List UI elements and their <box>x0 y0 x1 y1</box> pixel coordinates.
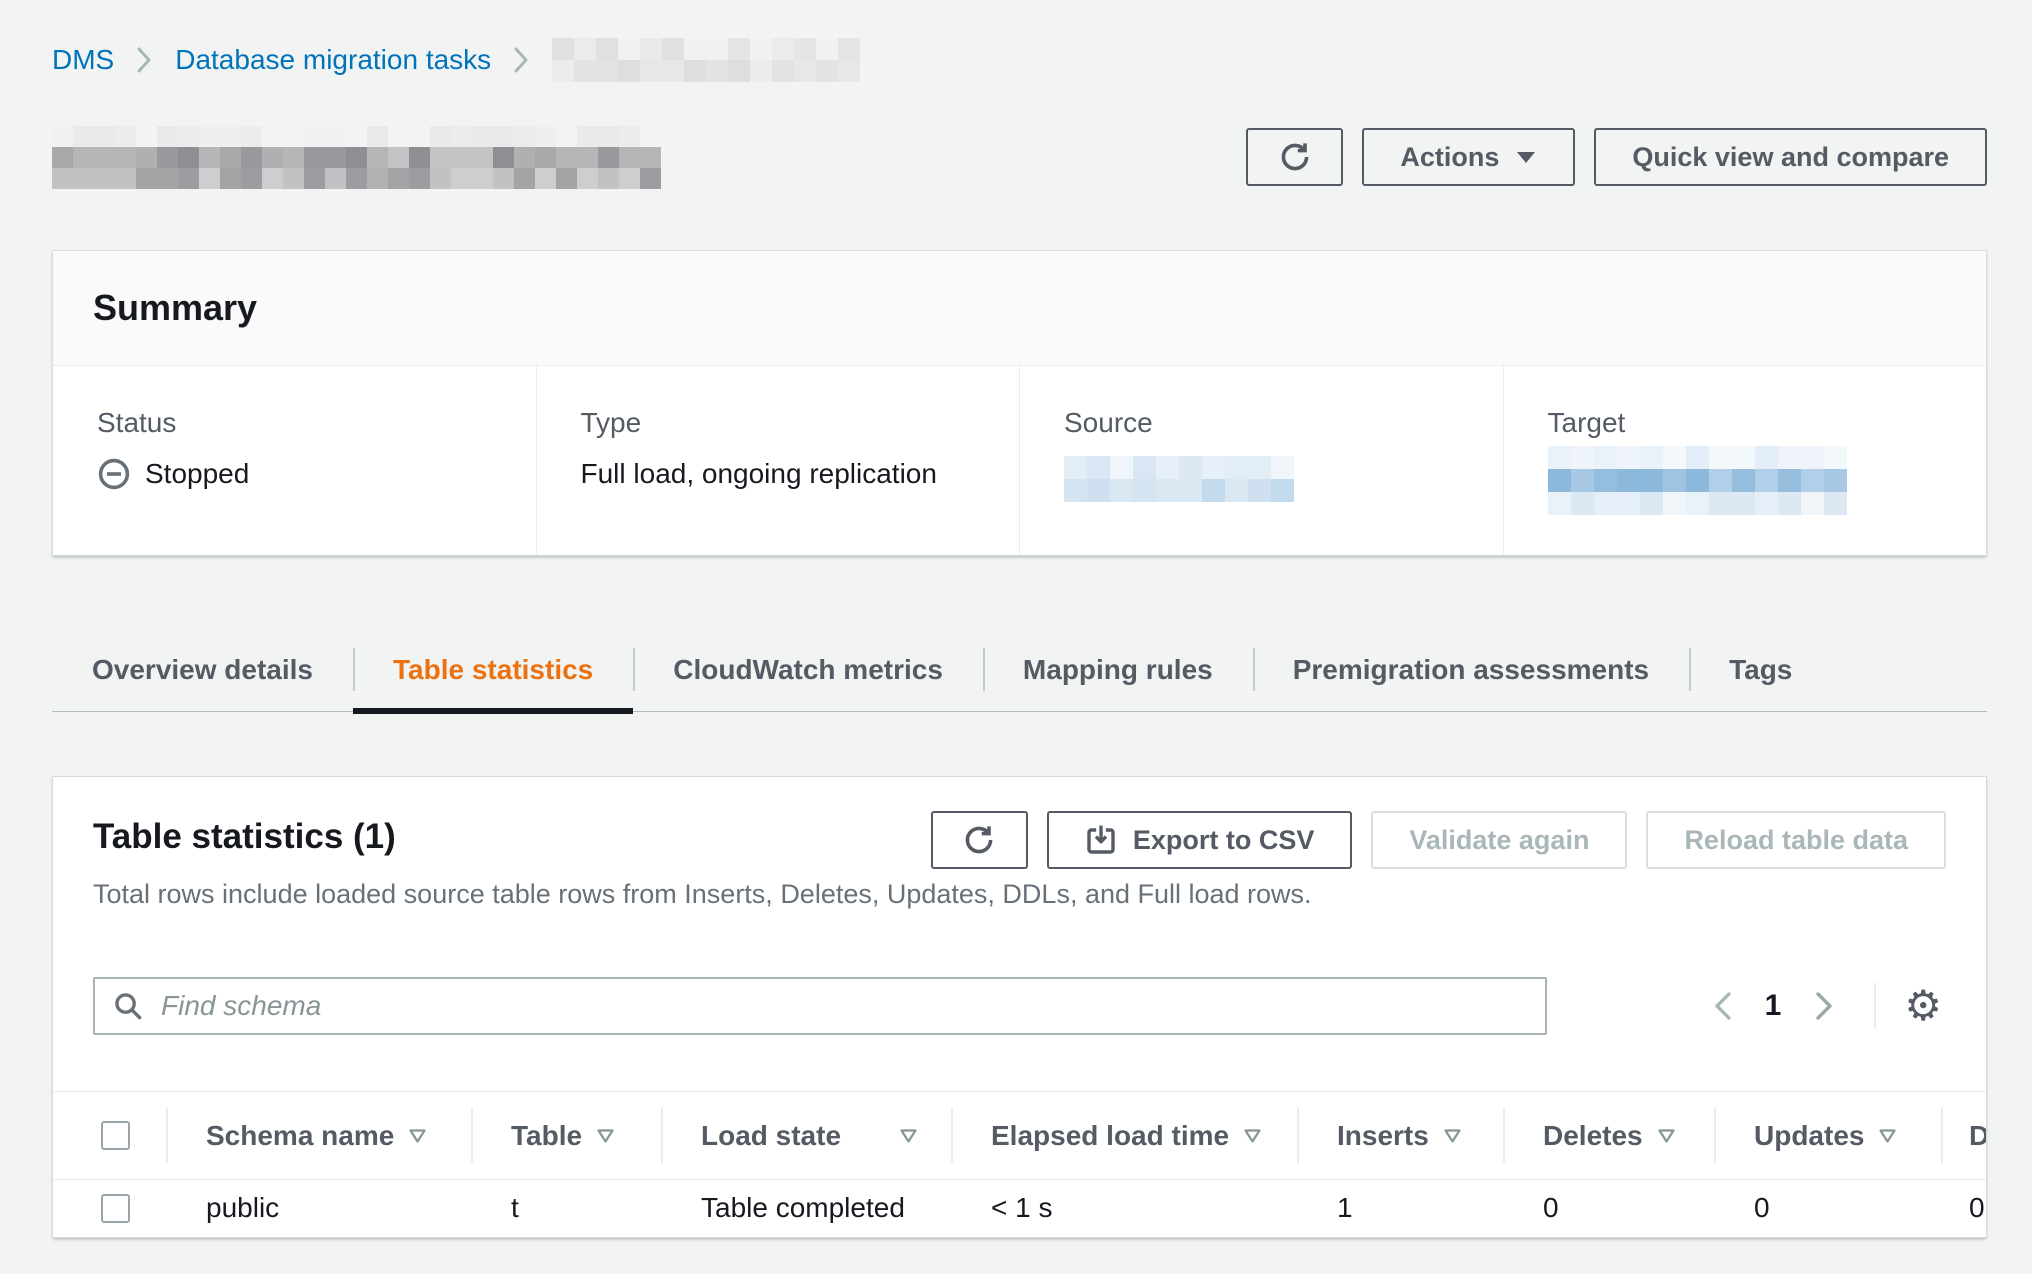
summary-card-body: Status Stopped Type Full load, ongoing r… <box>53 366 1986 555</box>
table-filter-row: 1 ⚙ <box>53 977 1986 1035</box>
cell-elapsed-load-time: < 1 s <box>951 1180 1297 1237</box>
type-value: Full load, ongoing replication <box>581 456 1000 492</box>
sort-icon <box>1443 1128 1462 1144</box>
column-header-elapsed-load-time[interactable]: Elapsed load time <box>951 1092 1297 1180</box>
page: DMS Database migration tasks Actions <box>0 0 2032 1238</box>
target-endpoint-redacted-link[interactable] <box>1548 446 1847 515</box>
tab-premigration-assessments[interactable]: Premigration assessments <box>1253 628 1689 711</box>
status-value: Stopped <box>97 456 516 492</box>
pagination: 1 ⚙ <box>1702 983 1946 1029</box>
tab-overview-details[interactable]: Overview details <box>52 628 353 711</box>
tab-table-statistics[interactable]: Table statistics <box>353 628 633 711</box>
gear-icon: ⚙ <box>1904 982 1942 1029</box>
actions-button[interactable]: Actions <box>1362 128 1575 186</box>
select-all-checkbox[interactable] <box>101 1121 130 1150</box>
column-header-schema-name[interactable]: Schema name <box>166 1092 471 1180</box>
chevron-right-icon <box>136 46 153 74</box>
refresh-icon <box>962 823 996 857</box>
tab-mapping-rules[interactable]: Mapping rules <box>983 628 1253 711</box>
sort-icon <box>1878 1128 1897 1144</box>
summary-field-label: Status <box>97 406 516 440</box>
current-page-number: 1 <box>1743 989 1804 1023</box>
summary-field-label: Source <box>1064 406 1483 440</box>
header-actions: Actions Quick view and compare <box>1246 128 1987 186</box>
breadcrumb-item-tasks[interactable]: Database migration tasks <box>175 44 491 76</box>
summary-field-target: Target <box>1503 366 1987 555</box>
column-header-table[interactable]: Table <box>471 1092 661 1180</box>
sort-icon <box>1657 1128 1676 1144</box>
source-endpoint-redacted-link[interactable] <box>1064 456 1294 502</box>
sort-icon <box>408 1128 427 1144</box>
page-header: Actions Quick view and compare <box>52 126 1987 188</box>
breadcrumb-item-dms[interactable]: DMS <box>52 44 114 76</box>
reload-table-data-label: Reload table data <box>1684 825 1908 856</box>
column-header-updates[interactable]: Updates <box>1714 1092 1941 1180</box>
stopped-status-icon <box>97 457 131 491</box>
previous-page-button[interactable] <box>1702 990 1743 1022</box>
summary-field-source: Source <box>1019 366 1503 555</box>
summary-field-label: Target <box>1548 406 1967 440</box>
column-header-inserts[interactable]: Inserts <box>1297 1092 1503 1180</box>
actions-button-label: Actions <box>1400 142 1499 173</box>
summary-field-label: Type <box>581 406 1000 440</box>
cell-load-state: Table completed <box>661 1180 951 1237</box>
task-name-redacted <box>52 126 661 189</box>
summary-card-header: Summary <box>53 251 1986 366</box>
refresh-icon <box>1278 140 1312 174</box>
next-page-button[interactable] <box>1803 990 1844 1022</box>
column-header-load-state[interactable]: Load state <box>661 1092 951 1180</box>
reload-table-data-button[interactable]: Reload table data <box>1646 811 1946 869</box>
pager-divider <box>1874 983 1876 1029</box>
validate-again-button[interactable]: Validate again <box>1371 811 1627 869</box>
row-checkbox[interactable] <box>101 1194 130 1223</box>
cell-table: t <box>471 1180 661 1237</box>
cell-ddls: 0 <box>1941 1180 1987 1237</box>
quick-view-compare-button[interactable]: Quick view and compare <box>1594 128 1987 186</box>
caret-down-icon <box>1515 149 1537 165</box>
table-refresh-button[interactable] <box>931 811 1028 869</box>
status-text: Stopped <box>145 456 249 492</box>
breadcrumb: DMS Database migration tasks <box>52 38 1987 82</box>
cell-inserts: 1 <box>1297 1180 1503 1237</box>
breadcrumb-current-redacted <box>552 38 860 82</box>
column-header-deletes[interactable]: Deletes <box>1503 1092 1714 1180</box>
chevron-right-icon <box>1813 990 1834 1022</box>
chevron-right-icon <box>513 46 530 74</box>
sort-icon <box>1243 1128 1262 1144</box>
quick-view-compare-label: Quick view and compare <box>1632 142 1949 173</box>
table-header-row: Schema name Table Load state Elapsed loa… <box>53 1092 1987 1180</box>
summary-field-type: Type Full load, ongoing replication <box>536 366 1020 555</box>
tab-cloudwatch-metrics[interactable]: CloudWatch metrics <box>633 628 983 711</box>
validate-again-label: Validate again <box>1409 825 1589 856</box>
table-statistics-description: Total rows include loaded source table r… <box>53 869 1986 911</box>
find-schema-search <box>93 977 1547 1035</box>
summary-field-status: Status Stopped <box>53 366 536 555</box>
tab-tags[interactable]: Tags <box>1689 628 1832 711</box>
refresh-button[interactable] <box>1246 128 1343 186</box>
table-statistics-table: Schema name Table Load state Elapsed loa… <box>53 1091 1987 1237</box>
chevron-left-icon <box>1712 990 1733 1022</box>
cell-schema-name: public <box>166 1180 471 1237</box>
summary-title: Summary <box>93 287 257 329</box>
table-statistics-actions: Export to CSV Validate again Reload tabl… <box>931 811 1946 869</box>
export-to-csv-label: Export to CSV <box>1133 825 1315 856</box>
tab-bar: Overview details Table statistics CloudW… <box>52 628 1987 712</box>
sort-icon <box>899 1128 918 1144</box>
find-schema-input[interactable] <box>93 977 1547 1035</box>
sort-icon <box>596 1128 615 1144</box>
summary-card: Summary Status Stopped Type Full load, o… <box>52 250 1987 556</box>
cell-updates: 0 <box>1714 1180 1941 1237</box>
settings-gear-button[interactable]: ⚙ <box>1900 985 1946 1027</box>
column-header-ddls[interactable]: DDLs <box>1941 1092 1987 1180</box>
table-statistics-card: Table statistics (1) Export <box>52 776 1987 1238</box>
cell-deletes: 0 <box>1503 1180 1714 1237</box>
export-to-csv-button[interactable]: Export to CSV <box>1047 811 1353 869</box>
download-icon <box>1085 824 1117 856</box>
table-row: public t Table completed < 1 s 1 0 0 0 <box>53 1180 1987 1237</box>
table-statistics-title: Table statistics (1) <box>93 811 396 857</box>
